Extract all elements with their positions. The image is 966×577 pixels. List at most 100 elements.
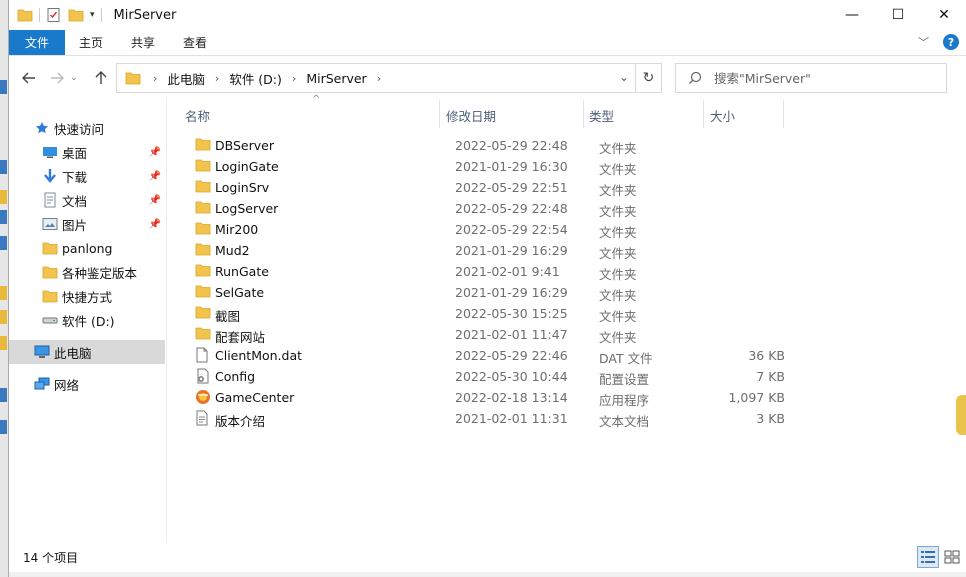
desktop-icon xyxy=(41,144,59,160)
file-name: ClientMon.dat xyxy=(215,348,303,363)
forward-button[interactable] xyxy=(45,66,69,90)
nav-item-drive-d[interactable]: 软件 (D:) xyxy=(9,308,165,332)
window-bottom-edge xyxy=(9,572,966,577)
help-icon[interactable]: ? xyxy=(943,34,959,50)
chevron-right-icon[interactable]: › xyxy=(215,72,219,85)
file-row[interactable]: SelGate 2021-01-29 16:29 文件夹 xyxy=(185,282,789,303)
title-bar: ▾ MirServer — ☐ ✕ xyxy=(9,0,966,30)
file-row[interactable]: ClientMon.dat 2022-05-29 22:46 DAT 文件 36 KB xyxy=(185,345,789,366)
nav-label: 网络 xyxy=(54,377,80,393)
breadcrumb-drive-d[interactable]: 软件 (D:) xyxy=(229,69,282,88)
customize-toolbar-icon[interactable]: ▾ xyxy=(90,10,95,20)
file-type: 文件夹 xyxy=(599,225,637,240)
explorer-window: ▾ MirServer — ☐ ✕ 文件 主页 共享 查看 ﹀ ? ⌄ › 此电… xyxy=(8,0,966,577)
breadcrumb-this-pc[interactable]: 此电脑 xyxy=(167,69,205,88)
nav-item-downloads[interactable]: 下载 📌 xyxy=(9,164,165,188)
nav-item-desktop[interactable]: 桌面 📌 xyxy=(9,140,165,164)
nav-label: 各种鉴定版本 xyxy=(62,265,138,281)
file-row[interactable]: 截图 2022-05-30 15:25 文件夹 xyxy=(185,303,789,324)
column-header-date[interactable]: 修改日期 xyxy=(446,102,496,128)
column-divider[interactable] xyxy=(583,100,584,128)
nav-item-pictures[interactable]: 图片 📌 xyxy=(9,212,165,236)
column-divider[interactable] xyxy=(439,100,440,128)
expand-ribbon-icon[interactable]: ﹀ xyxy=(918,34,929,50)
tab-home[interactable]: 主页 xyxy=(65,30,117,55)
file-type: 文件夹 xyxy=(599,183,637,198)
properties-icon[interactable] xyxy=(46,7,62,23)
up-button[interactable] xyxy=(89,66,113,90)
search-input[interactable] xyxy=(714,70,934,86)
file-row[interactable]: DBServer 2022-05-29 22:48 文件夹 xyxy=(185,135,789,156)
file-row[interactable]: LoginGate 2021-01-29 16:30 文件夹 xyxy=(185,156,789,177)
column-divider[interactable] xyxy=(703,100,704,128)
details-view-button[interactable] xyxy=(917,546,939,568)
tab-view[interactable]: 查看 xyxy=(169,30,221,55)
desktop-icon xyxy=(956,395,966,435)
desktop-icon xyxy=(0,388,7,402)
file-type: 文件夹 xyxy=(599,204,637,219)
minimize-button[interactable]: — xyxy=(829,0,875,30)
nav-item-documents[interactable]: 文档 📌 xyxy=(9,188,165,212)
file-modified-date: 2022-02-18 13:14 xyxy=(455,390,568,405)
nav-item-versions[interactable]: 各种鉴定版本 xyxy=(9,260,165,284)
pin-icon[interactable]: 📌 xyxy=(149,147,161,158)
config-settings-icon xyxy=(195,368,211,384)
search-box[interactable] xyxy=(675,63,947,93)
file-row[interactable]: Config 2022-05-30 10:44 配置设置 7 KB xyxy=(185,366,789,387)
maximize-button[interactable]: ☐ xyxy=(875,0,921,30)
recent-locations-button[interactable]: ⌄ xyxy=(67,66,81,90)
column-header-name[interactable]: 名称 xyxy=(185,102,210,128)
file-name: Mir200 xyxy=(215,222,259,237)
folder-icon xyxy=(125,72,141,85)
folder-icon xyxy=(195,305,211,321)
breadcrumb-mirserver[interactable]: MirServer xyxy=(306,71,366,86)
file-list: ^ 名称 修改日期 类型 大小 DBServer 2022-05-29 22:48… xyxy=(169,94,966,542)
large-icons-view-icon xyxy=(944,550,960,564)
nav-label: 文档 xyxy=(62,193,88,209)
close-button[interactable]: ✕ xyxy=(921,0,966,30)
refresh-button[interactable]: ↻ xyxy=(636,63,662,93)
nav-item-panlong[interactable]: panlong xyxy=(9,236,165,260)
file-modified-date: 2021-01-29 16:30 xyxy=(455,159,568,174)
nav-network[interactable]: 网络 xyxy=(9,372,165,396)
file-row[interactable]: 配套网站 2021-02-01 11:47 文件夹 xyxy=(185,324,789,345)
file-row[interactable]: GameCenter 2022-02-18 13:14 应用程序 1,097 KB xyxy=(185,387,789,408)
nav-label: 软件 (D:) xyxy=(62,313,115,329)
file-type: 文件夹 xyxy=(599,309,637,324)
nav-label: 快捷方式 xyxy=(62,289,113,305)
application-icon xyxy=(195,389,211,405)
large-icons-view-button[interactable] xyxy=(941,546,963,568)
back-button[interactable] xyxy=(17,66,41,90)
file-row[interactable]: Mud2 2021-01-29 16:29 文件夹 xyxy=(185,240,789,261)
folder-icon xyxy=(195,179,211,195)
file-row[interactable]: RunGate 2021-02-01 9:41 文件夹 xyxy=(185,261,789,282)
pin-icon[interactable]: 📌 xyxy=(149,219,161,230)
new-folder-icon[interactable] xyxy=(68,8,84,22)
nav-this-pc[interactable]: 此电脑 xyxy=(9,340,165,364)
file-row[interactable]: LoginSrv 2022-05-29 22:51 文件夹 xyxy=(185,177,789,198)
file-type: 文件夹 xyxy=(599,246,637,261)
address-bar[interactable]: › 此电脑 › 软件 (D:) › MirServer › ⌄ xyxy=(116,63,636,93)
tab-file[interactable]: 文件 xyxy=(9,30,66,55)
status-bar: 14 个项目 xyxy=(9,542,966,572)
details-view-icon xyxy=(921,551,935,563)
desktop-icon xyxy=(0,286,7,300)
desktop-icon xyxy=(0,336,7,350)
nav-item-shortcuts[interactable]: 快捷方式 xyxy=(9,284,165,308)
download-arrow-icon xyxy=(41,168,59,184)
file-row[interactable]: Mir200 2022-05-29 22:54 文件夹 xyxy=(185,219,789,240)
desktop-background-strip xyxy=(0,0,8,577)
chevron-right-icon[interactable]: › xyxy=(292,72,296,85)
chevron-right-icon[interactable]: › xyxy=(377,72,381,85)
column-divider[interactable] xyxy=(783,100,784,128)
pin-icon[interactable]: 📌 xyxy=(149,195,161,206)
nav-quick-access[interactable]: 快速访问 xyxy=(9,116,165,140)
column-header-type[interactable]: 类型 xyxy=(589,102,614,128)
column-header-size[interactable]: 大小 xyxy=(710,102,735,128)
pin-icon[interactable]: 📌 xyxy=(149,171,161,182)
address-dropdown-icon[interactable]: ⌄ xyxy=(619,70,629,84)
tab-share[interactable]: 共享 xyxy=(117,30,169,55)
file-row[interactable]: 版本介绍 2021-02-01 11:31 文本文档 3 KB xyxy=(185,408,789,429)
refresh-icon: ↻ xyxy=(642,70,655,86)
file-row[interactable]: LogServer 2022-05-29 22:48 文件夹 xyxy=(185,198,789,219)
